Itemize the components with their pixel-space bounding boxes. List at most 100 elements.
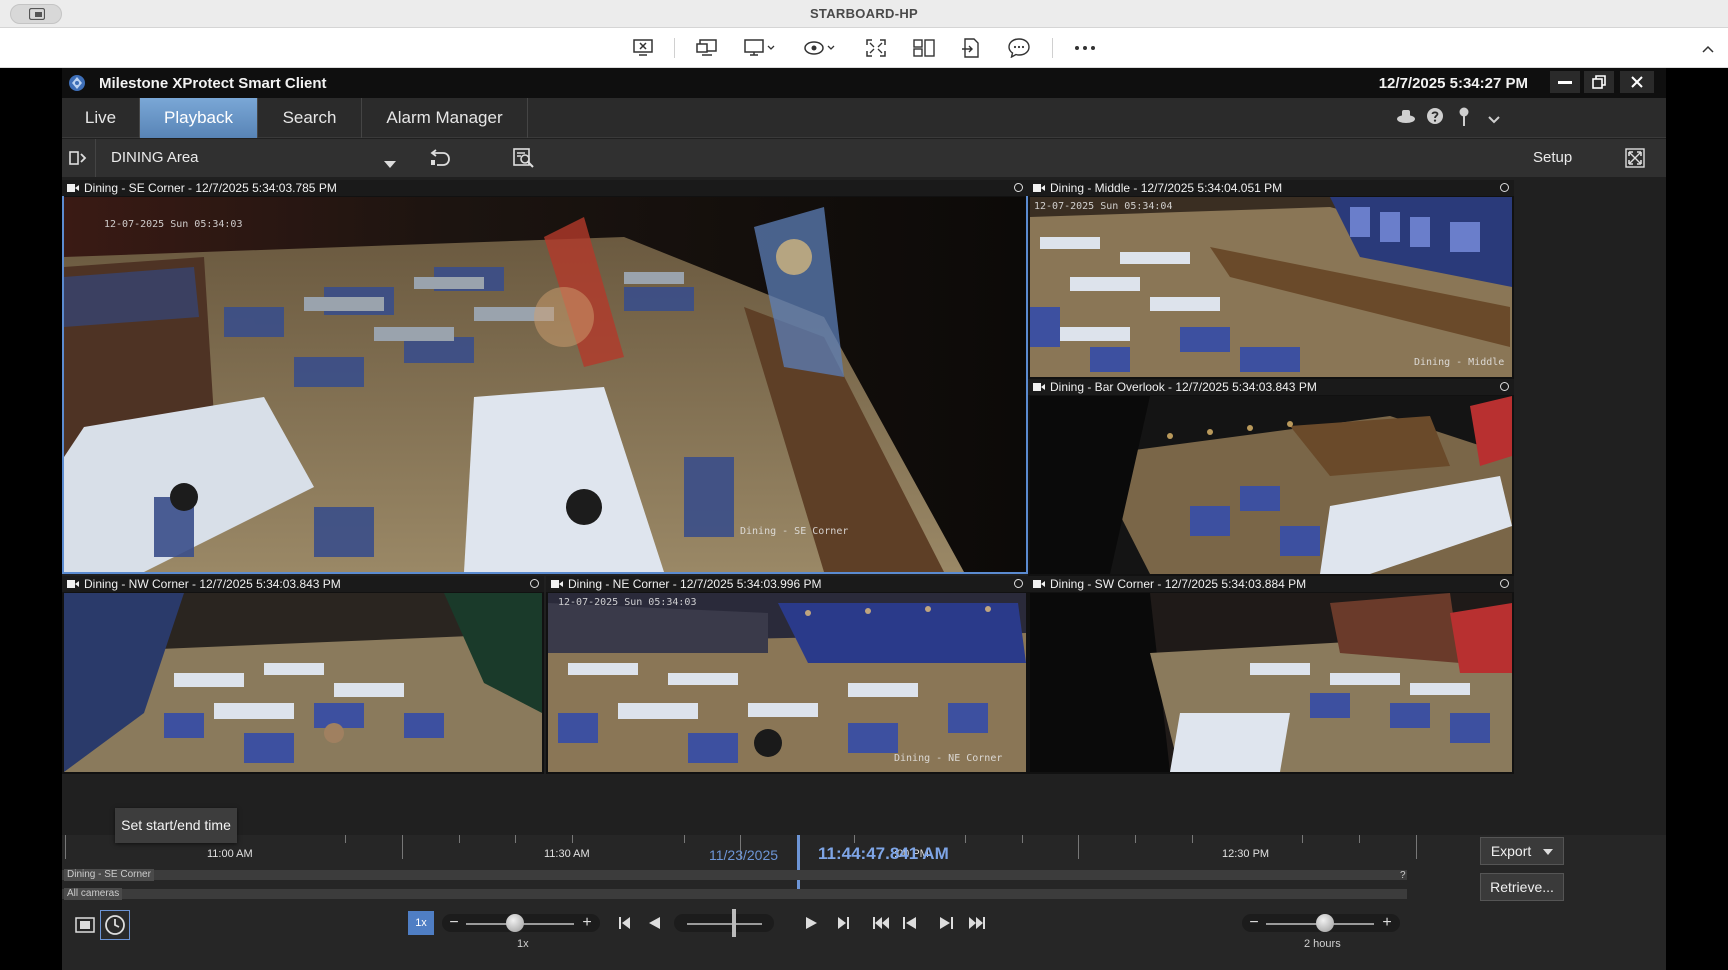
camera-header: Dining - NW Corner - 12/7/2025 5:34:03.8…: [62, 576, 544, 592]
go-to-start-icon[interactable]: [872, 915, 890, 931]
timeline-playhead[interactable]: [797, 835, 800, 897]
tab-playback[interactable]: Playback: [140, 98, 258, 138]
timeline-tick: [1022, 835, 1023, 843]
camera-tile-se-corner[interactable]: Dining - SE Corner - 12/7/2025 5:34:03.7…: [62, 180, 1028, 574]
remote-desktop-titlebar: STARBOARD-HP: [0, 0, 1728, 28]
timeline-tick: [684, 835, 685, 843]
next-sequence-icon[interactable]: [938, 915, 954, 931]
app-titlebar: Milestone XProtect Smart Client 12/7/202…: [62, 68, 1666, 98]
tab-search[interactable]: Search: [258, 98, 362, 138]
chat-icon[interactable]: [1008, 36, 1030, 60]
tab-search-label: Search: [282, 108, 337, 127]
tab-alarm-manager[interactable]: Alarm Manager: [362, 98, 528, 138]
video-feed: 12-07-2025 Sun 05:34:04 Dining - Middle: [1030, 197, 1512, 377]
camera-tile-middle[interactable]: Dining - Middle - 12/7/2025 5:34:04.051 …: [1028, 180, 1514, 379]
disconnect-icon[interactable]: [632, 36, 654, 60]
undo-view-icon[interactable]: [429, 149, 451, 172]
jog-shuttle[interactable]: [687, 923, 762, 925]
timeline-track-selected-camera[interactable]: [62, 870, 1407, 880]
timeline-help-icon[interactable]: ?: [1400, 870, 1406, 881]
view-selector[interactable]: DINING Area: [111, 149, 199, 166]
camera-tile-bar-overlook[interactable]: Dining - Bar Overlook - 12/7/2025 5:34:0…: [1028, 379, 1514, 576]
timeline-tick: [572, 835, 573, 843]
remote-window-title: STARBOARD-HP: [809, 6, 919, 21]
video-feed: [1030, 396, 1512, 574]
play-forward-icon[interactable]: [804, 915, 820, 931]
timeline-track-label: Dining - SE Corner: [64, 869, 154, 881]
speed-decrease-icon[interactable]: −: [446, 914, 462, 932]
help-icon[interactable]: [1426, 107, 1444, 130]
clip-mode-button[interactable]: [74, 914, 96, 936]
pin-icon[interactable]: [1458, 107, 1470, 132]
view-dropdown-icon[interactable]: [384, 155, 396, 173]
pane-toggle-button[interactable]: [62, 139, 96, 177]
recording-indicator-icon: [1500, 183, 1509, 192]
timeline-tick: [1416, 835, 1417, 859]
recording-indicator-icon: [1014, 579, 1023, 588]
view-mode-icon[interactable]: [804, 36, 840, 60]
timeline-tick: [1302, 835, 1303, 843]
video-feed: [64, 593, 542, 772]
remote-desktop-toolbar: [0, 28, 1728, 68]
camera-icon: [1033, 580, 1045, 588]
previous-sequence-icon[interactable]: [902, 915, 918, 931]
camera-label: Dining - Bar Overlook - 12/7/2025 5:34:0…: [1050, 380, 1317, 394]
video-feed: 12-07-2025 Sun 05:34:03 Dining - NE Corn…: [548, 593, 1026, 772]
camera-tile-nw-corner[interactable]: Dining - NW Corner - 12/7/2025 5:34:03.8…: [62, 576, 544, 774]
previous-frame-icon[interactable]: [618, 915, 634, 931]
minimize-button[interactable]: [1550, 71, 1580, 93]
jog-shuttle-handle[interactable]: [732, 909, 736, 937]
camera-icon: [551, 580, 563, 588]
video-feed: 12-07-2025 Sun 05:34:03 Dining - SE Corn…: [64, 197, 1026, 572]
app-title: Milestone XProtect Smart Client: [99, 75, 327, 92]
chevron-down-icon[interactable]: [1488, 111, 1500, 129]
collapse-toolbar-icon[interactable]: [1702, 40, 1714, 58]
export-button[interactable]: Export: [1480, 837, 1564, 865]
file-transfer-icon[interactable]: [960, 36, 982, 60]
go-to-end-icon[interactable]: [968, 915, 986, 931]
span-increase-icon[interactable]: +: [1379, 914, 1395, 932]
timeline-tick: [965, 835, 966, 843]
display-menu-icon[interactable]: [744, 36, 780, 60]
timeline-track-all-cameras[interactable]: [62, 889, 1407, 899]
close-icon: [1631, 76, 1643, 88]
restore-button[interactable]: [1584, 71, 1614, 93]
switch-display-icon[interactable]: [696, 36, 718, 60]
speed-increase-icon[interactable]: +: [579, 914, 595, 932]
multi-monitor-icon[interactable]: [913, 36, 935, 60]
image-search-icon[interactable]: [513, 148, 535, 173]
setup-button[interactable]: Setup: [1533, 149, 1572, 166]
camera-icon: [1033, 383, 1045, 391]
close-button[interactable]: [1620, 71, 1654, 93]
connection-status-icon[interactable]: [1396, 107, 1416, 130]
export-panel: Export Retrieve...: [1418, 835, 1666, 970]
timeline-tick: [1192, 835, 1193, 843]
timeline-tick-label: 12:30 PM: [1222, 848, 1270, 860]
more-options-icon[interactable]: [1074, 36, 1096, 60]
camera-label: Dining - NE Corner - 12/7/2025 5:34:03.9…: [568, 577, 822, 591]
span-decrease-icon[interactable]: −: [1246, 914, 1262, 932]
playback-speed-badge[interactable]: 1x: [408, 911, 434, 935]
camera-label: Dining - NW Corner - 12/7/2025 5:34:03.8…: [84, 577, 341, 591]
camera-icon: [67, 184, 79, 192]
set-start-end-time-button[interactable]: [100, 910, 130, 940]
xprotect-app: Milestone XProtect Smart Client 12/7/202…: [62, 68, 1666, 970]
playback-timeline[interactable]: 11:00 AM 11:30 AM :00 PM 12:30 PM 11/23/…: [62, 835, 1418, 970]
speed-label: 1x: [517, 938, 529, 950]
restore-icon: [1592, 75, 1606, 89]
retrieve-button[interactable]: Retrieve...: [1480, 873, 1564, 901]
clip-frame-icon: [75, 917, 95, 933]
play-reverse-icon[interactable]: [646, 915, 662, 931]
tab-alarm-manager-label: Alarm Manager: [386, 108, 503, 127]
next-frame-icon[interactable]: [834, 915, 850, 931]
fullscreen-view-button[interactable]: [1604, 139, 1666, 177]
camera-tile-ne-corner[interactable]: Dining - NE Corner - 12/7/2025 5:34:03.9…: [546, 576, 1028, 774]
fullscreen-icon[interactable]: [865, 36, 887, 60]
timeline-tick: [1359, 835, 1360, 843]
speed-slider-knob[interactable]: [505, 914, 524, 932]
video-camera-name-overlay: Dining - SE Corner: [740, 526, 849, 537]
timeline-tick: [1135, 835, 1136, 843]
tab-live[interactable]: Live: [62, 98, 140, 138]
recording-indicator-icon: [1500, 382, 1509, 391]
camera-tile-sw-corner[interactable]: Dining - SW Corner - 12/7/2025 5:34:03.8…: [1028, 576, 1514, 774]
